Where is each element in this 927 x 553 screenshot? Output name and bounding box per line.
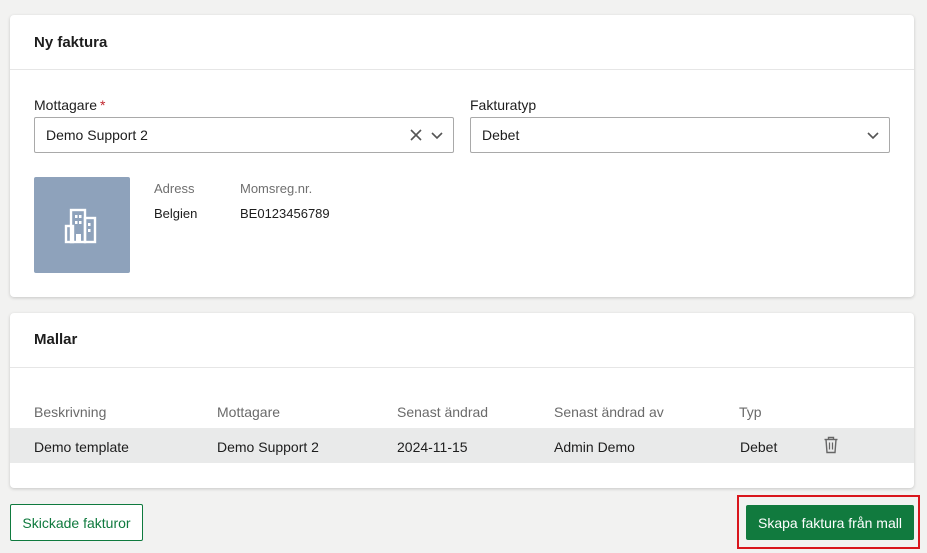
templates-title: Mallar	[34, 331, 78, 348]
templates-card: Mallar Beskrivning Mottagare Senast ändr…	[10, 313, 914, 488]
vat-label: Momsreg.nr.	[240, 181, 313, 196]
vat-value: BE0123456789	[240, 206, 330, 221]
sent-invoices-button[interactable]: Skickade fakturor	[10, 504, 143, 541]
company-avatar	[34, 177, 130, 273]
column-header-description[interactable]: Beskrivning	[34, 404, 106, 420]
table-row[interactable]: Demo template Demo Support 2 2024-11-15 …	[10, 428, 914, 463]
column-header-last-modified-by[interactable]: Senast ändrad av	[554, 404, 664, 420]
new-invoice-card: Ny faktura Mottagare * Demo Support 2 Fak…	[10, 15, 914, 297]
recipient-value: Demo Support 2	[46, 127, 148, 143]
cell-last-modified: 2024-11-15	[397, 439, 468, 455]
recipient-label-text: Mottagare	[34, 97, 98, 113]
required-mark: *	[100, 97, 106, 113]
column-header-recipient[interactable]: Mottagare	[217, 404, 280, 420]
address-label: Adress	[154, 181, 195, 196]
invoice-type-label: Fakturatyp	[470, 97, 537, 113]
cell-description: Demo template	[34, 439, 129, 455]
cell-last-modified-by: Admin Demo	[554, 439, 635, 455]
divider	[10, 69, 914, 70]
cell-type: Debet	[740, 439, 778, 455]
column-header-type[interactable]: Typ	[739, 404, 762, 420]
chevron-down-icon[interactable]	[864, 126, 882, 144]
cell-recipient: Demo Support 2	[217, 439, 319, 455]
divider	[10, 367, 914, 368]
chevron-down-icon[interactable]	[428, 126, 446, 144]
invoice-type-value: Debet	[482, 127, 520, 143]
building-icon	[64, 208, 97, 244]
recipient-select[interactable]: Demo Support 2	[34, 117, 454, 153]
create-invoice-from-template-button[interactable]: Skapa faktura från mall	[746, 505, 914, 540]
trash-icon[interactable]	[823, 436, 839, 454]
address-value: Belgien	[154, 206, 198, 221]
recipient-label: Mottagare *	[34, 97, 106, 113]
column-header-last-modified[interactable]: Senast ändrad	[397, 404, 488, 420]
new-invoice-title: Ny faktura	[34, 34, 108, 51]
clear-icon[interactable]	[407, 126, 425, 144]
invoice-type-select[interactable]: Debet	[470, 117, 890, 153]
